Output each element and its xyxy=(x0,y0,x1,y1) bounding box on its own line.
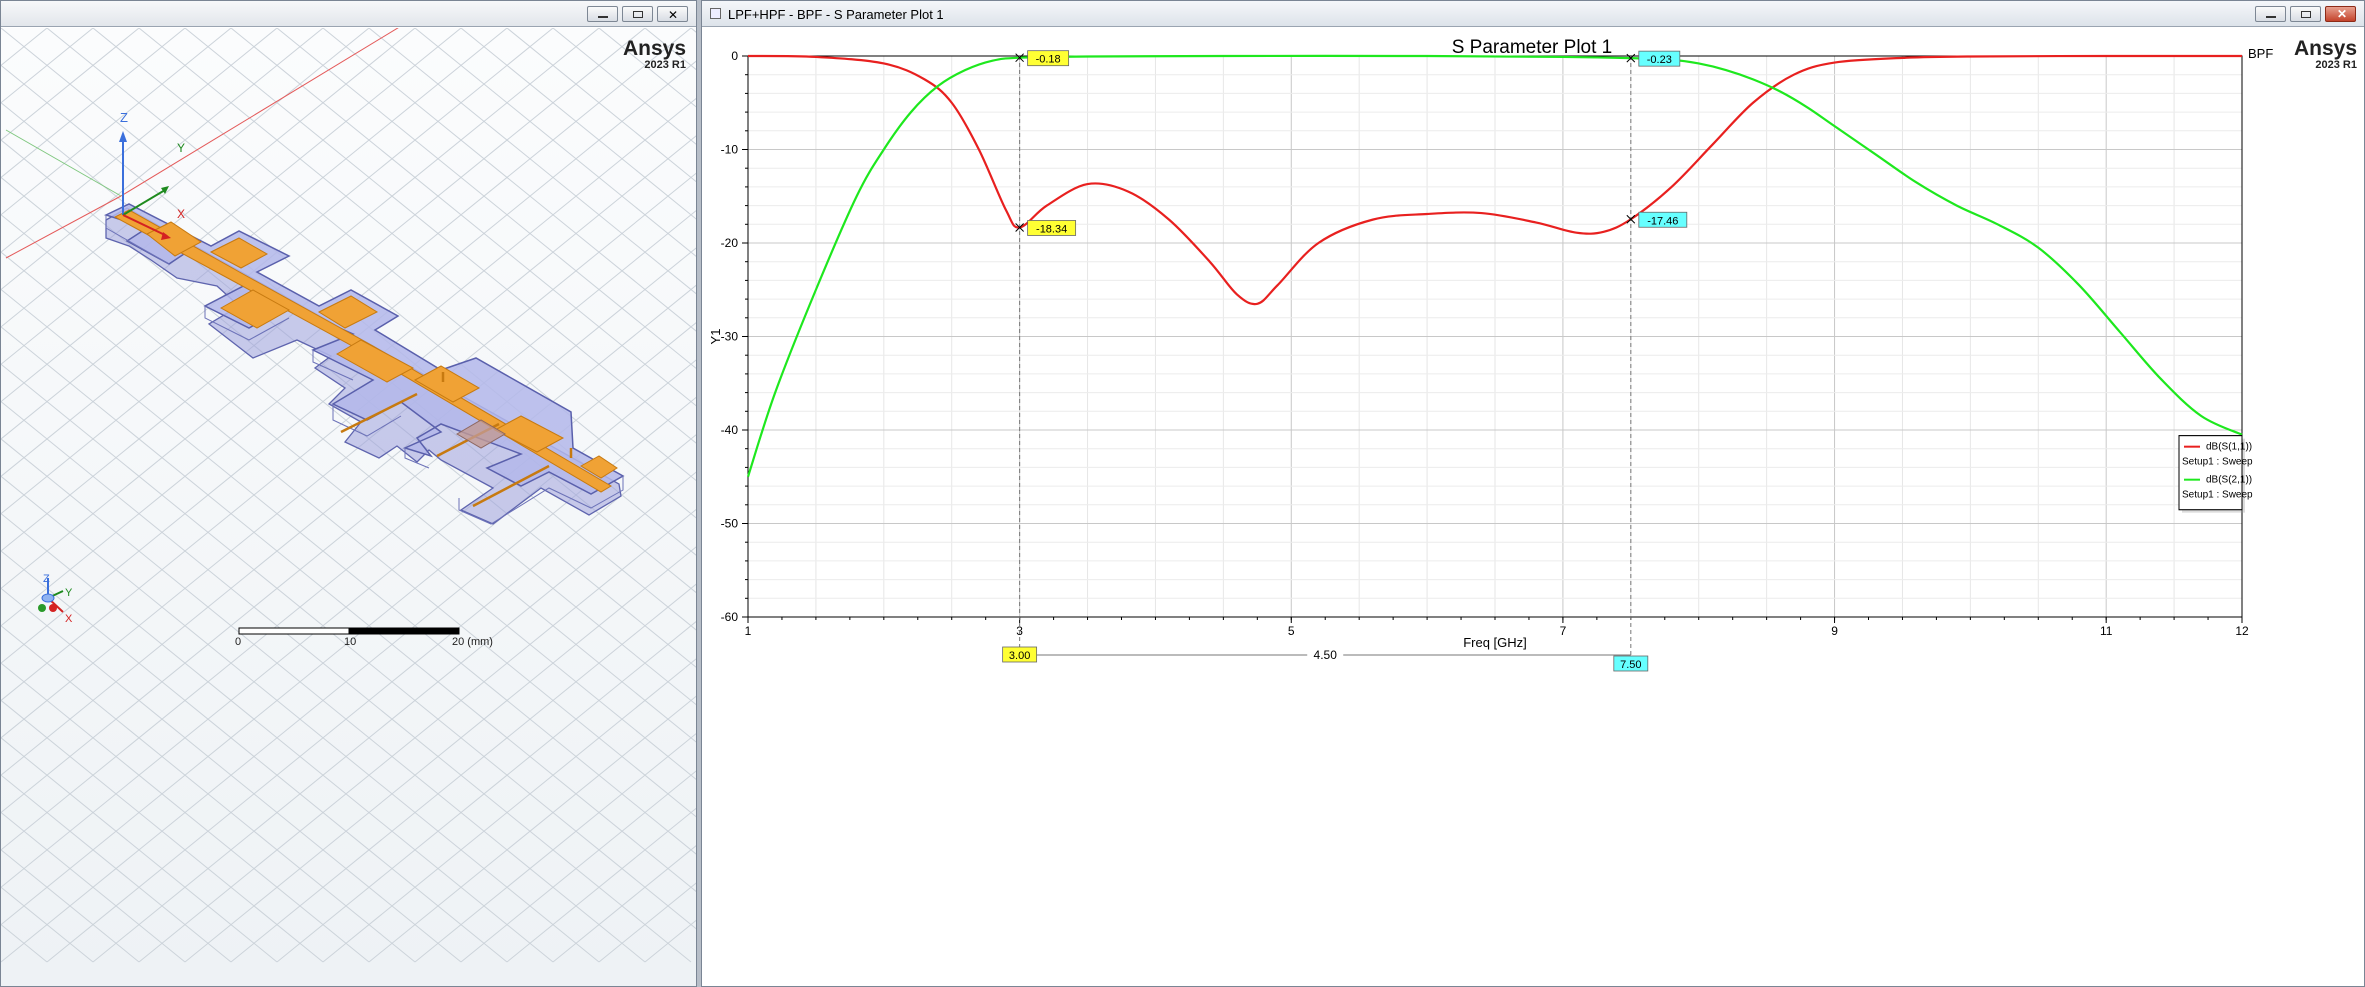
y-tick-label: -40 xyxy=(721,423,739,437)
y-tick-label: -20 xyxy=(721,236,739,250)
ansys-version: 2023 R1 xyxy=(2315,59,2357,71)
x-tick-label: 12 xyxy=(2235,624,2249,638)
plot-window: LPF+HPF - BPF - S Parameter Plot 1 ✕ S P… xyxy=(701,0,2365,987)
minimize-icon xyxy=(2266,16,2276,18)
x-tick-label: 7 xyxy=(1560,624,1567,638)
y-axis-title: Y1 xyxy=(708,329,723,345)
legend-s21-name: dB(S(2,1)) xyxy=(2206,475,2252,486)
delta-x2-label: 7.50 xyxy=(1620,659,1641,671)
plot-minimize-button[interactable] xyxy=(2255,6,2286,22)
x-tick-label: 11 xyxy=(2100,624,2113,638)
y-tick-label: 0 xyxy=(731,49,738,63)
ansys-logo: Ansys xyxy=(2293,37,2357,60)
delta-value-label: 4.50 xyxy=(1314,648,1338,662)
modeler-brand: Ansys 2023 R1 xyxy=(623,38,686,71)
minimize-icon xyxy=(598,16,608,18)
plot-window-title: LPF+HPF - BPF - S Parameter Plot 1 xyxy=(728,7,944,22)
triad-z-label: Z xyxy=(43,573,50,585)
marker-label: -17.46 xyxy=(1647,215,1678,227)
marker-label: -0.18 xyxy=(1036,54,1061,66)
modeler-viewport[interactable]: Z Y X Z Y X 0 10 20 (mm) xyxy=(1,28,696,986)
marker-label: -18.34 xyxy=(1036,223,1067,235)
plot-titlebar: LPF+HPF - BPF - S Parameter Plot 1 ✕ xyxy=(702,1,2364,27)
x-tick-label: 5 xyxy=(1288,624,1295,638)
ansys-logo: Ansys xyxy=(622,37,686,60)
legend-s11-setup: Setup1 : Sweep xyxy=(2182,457,2253,468)
plot-close-button[interactable]: ✕ xyxy=(2325,6,2356,22)
triad-y-label: Y xyxy=(65,587,73,599)
x-tick-label: 1 xyxy=(745,624,752,638)
window-icon xyxy=(710,8,721,19)
triad-x-label: X xyxy=(65,613,73,625)
y-tick-label: -10 xyxy=(721,143,739,157)
y-axis-label: Y xyxy=(177,141,185,155)
x-axis-title: Freq [GHz] xyxy=(1463,635,1527,650)
z-axis-label: Z xyxy=(120,110,128,125)
close-icon: ✕ xyxy=(668,8,679,22)
minimize-button[interactable] xyxy=(587,6,618,22)
maximize-button[interactable] xyxy=(622,6,653,22)
legend-s11-name: dB(S(1,1)) xyxy=(2206,442,2252,453)
ansys-version: 2023 R1 xyxy=(644,59,686,71)
maximize-icon xyxy=(2301,11,2311,18)
design-label: BPF xyxy=(2248,46,2273,61)
y-tick-label: -50 xyxy=(721,517,739,531)
maximize-icon xyxy=(633,11,643,18)
y-tick-label: -30 xyxy=(721,330,739,344)
chart-title: S Parameter Plot 1 xyxy=(1452,37,1613,58)
legend-s21-setup: Setup1 : Sweep xyxy=(2182,490,2253,501)
scale-tick-20: 20 (mm) xyxy=(452,636,493,648)
scale-tick-10: 10 xyxy=(344,636,356,648)
plot-brand: Ansys 2023 R1 xyxy=(2294,38,2357,71)
scale-tick-0: 0 xyxy=(235,636,241,648)
x-axis-label: X xyxy=(177,207,185,221)
x-tick-label: 9 xyxy=(1831,624,1838,638)
chart-legend[interactable]: dB(S(1,1)) Setup1 : Sweep dB(S(2,1)) Set… xyxy=(2178,435,2253,513)
close-button[interactable]: ✕ xyxy=(657,6,688,22)
marker-label: -0.23 xyxy=(1647,54,1672,66)
delta-x1-label: 3.00 xyxy=(1009,650,1030,662)
plot-maximize-button[interactable] xyxy=(2290,6,2321,22)
close-icon: ✕ xyxy=(2337,7,2348,21)
modeler-window: ✕ Z Y X Z Y X 0 10 20 (mm) Ansys 2023 R1 xyxy=(0,0,697,987)
s-parameter-chart[interactable]: S Parameter Plot 1 BPF 1357911120-10-20-… xyxy=(702,28,2364,986)
y-tick-label: -60 xyxy=(721,610,739,624)
modeler-titlebar: ✕ xyxy=(1,1,696,27)
